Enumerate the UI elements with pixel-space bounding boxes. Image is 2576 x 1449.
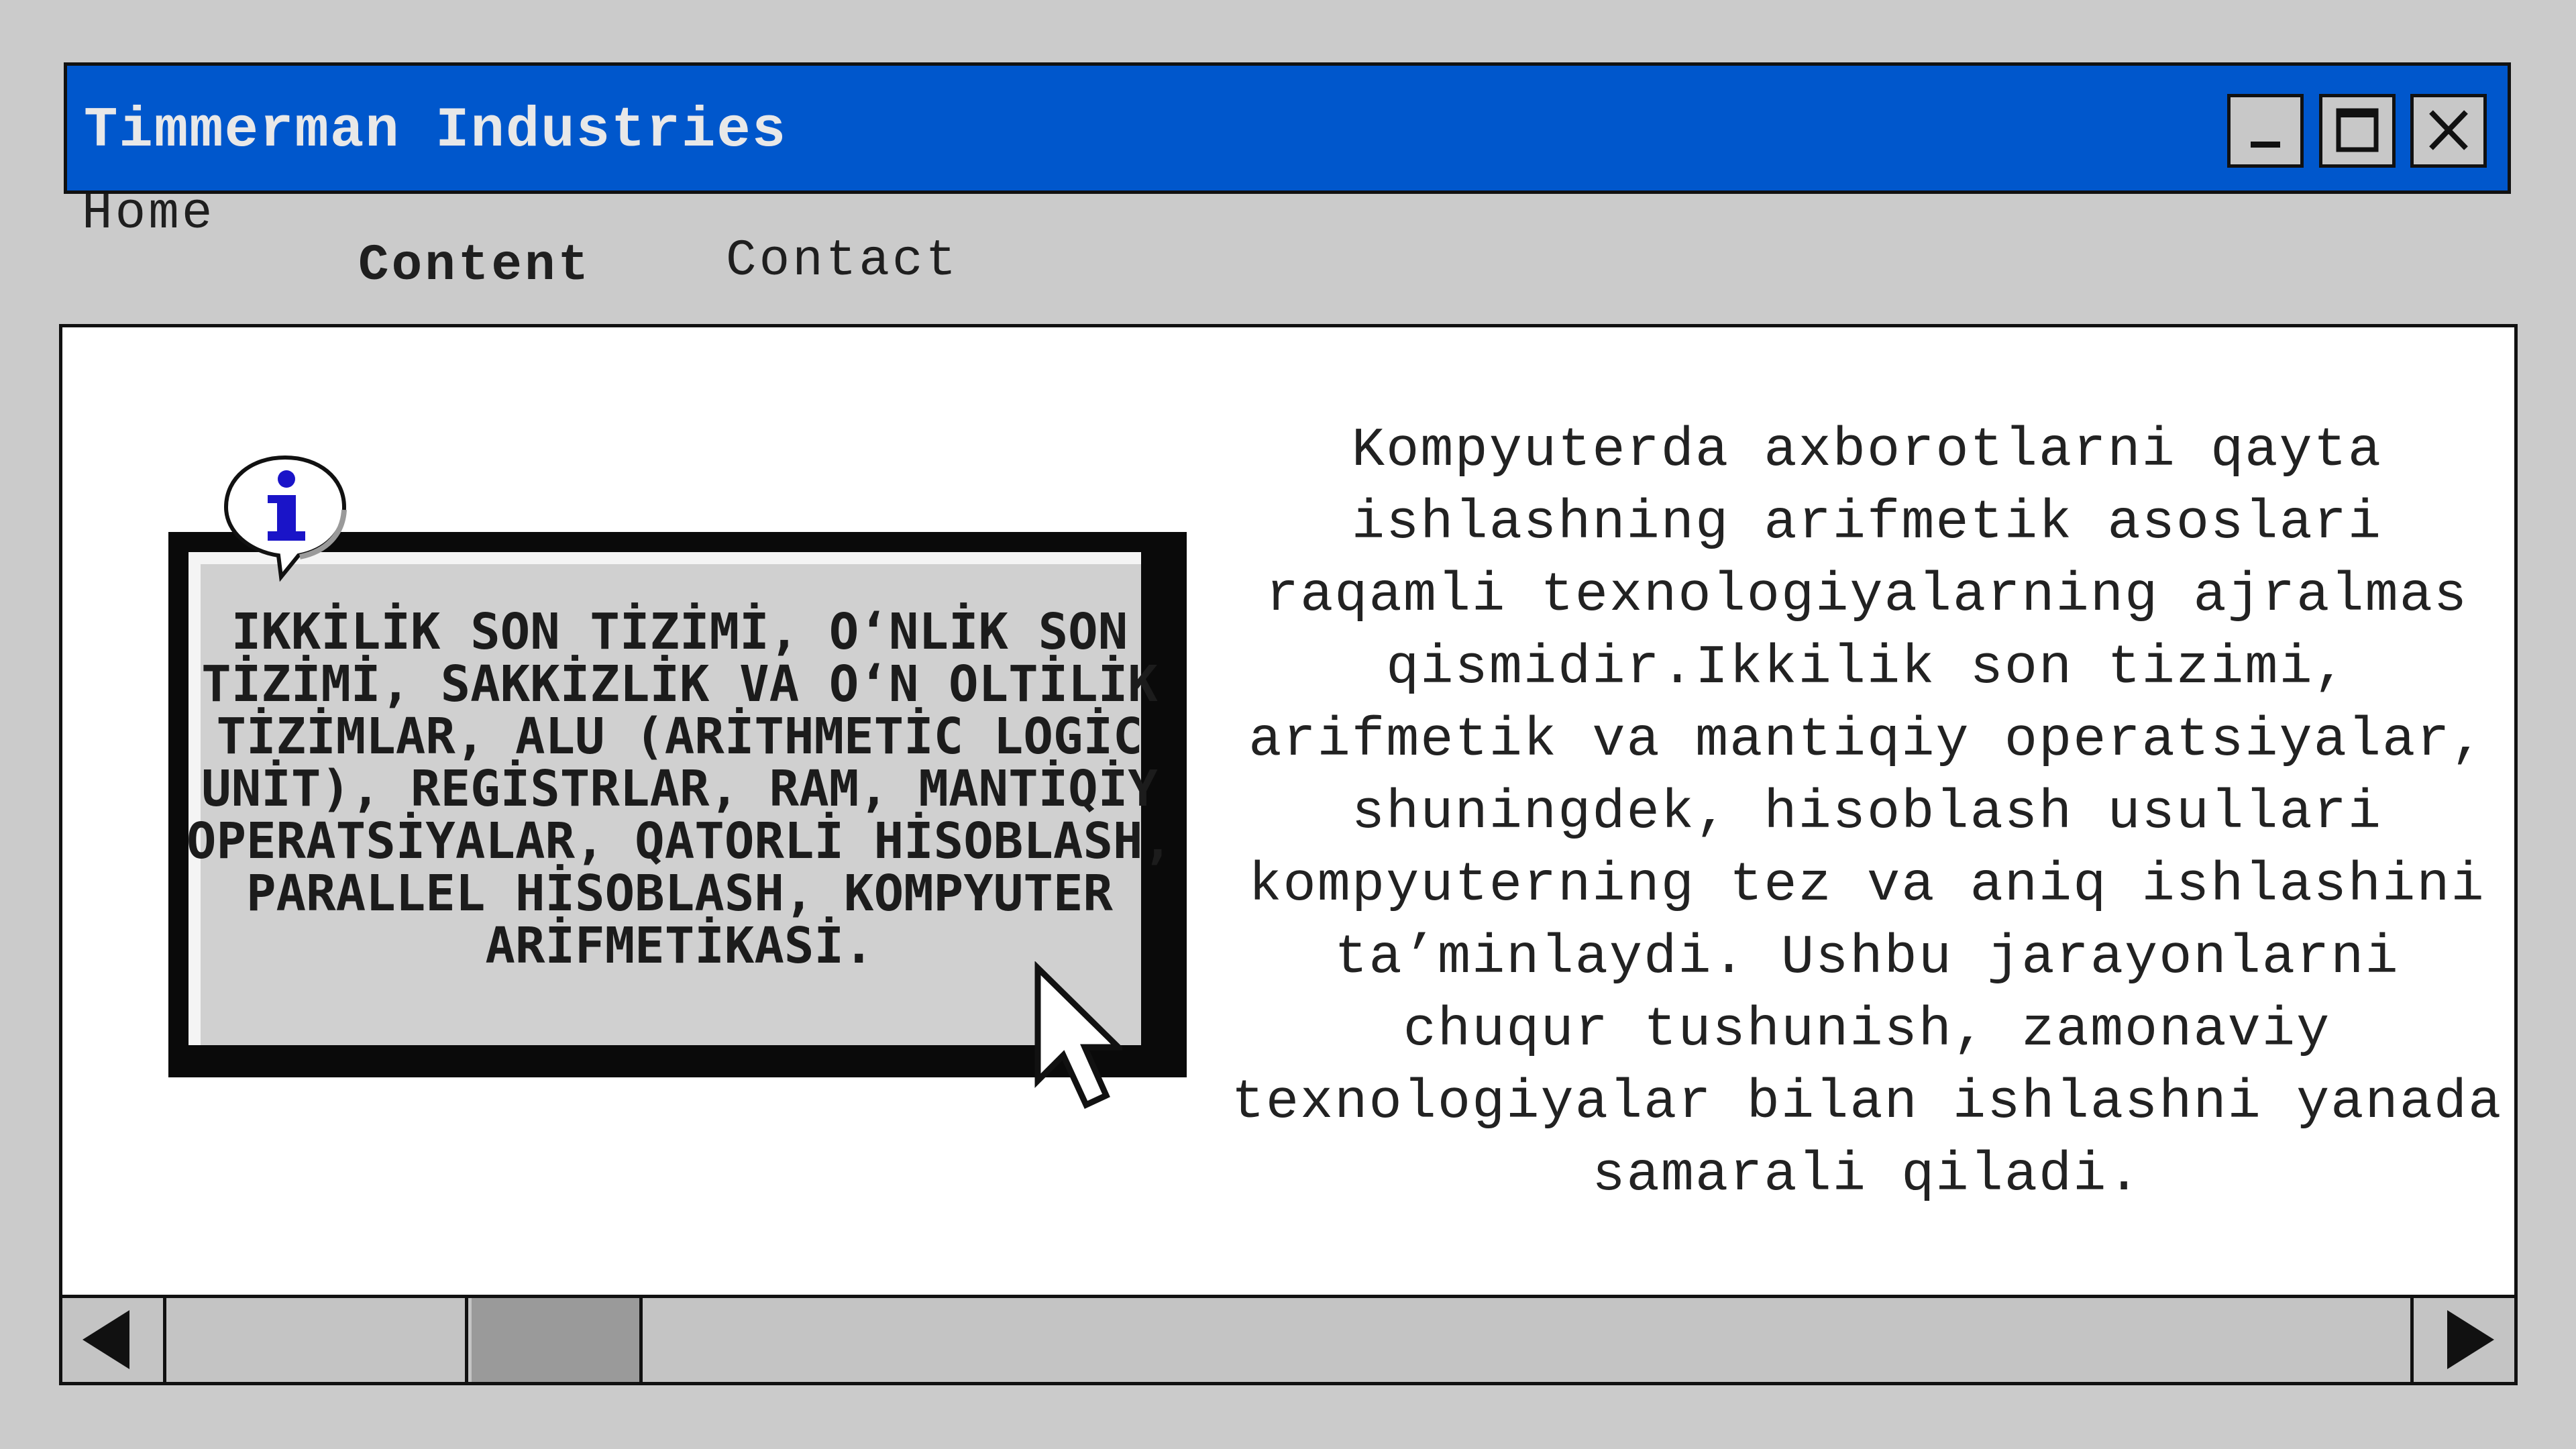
- close-button[interactable]: [2410, 94, 2487, 168]
- scroll-thumb[interactable]: [472, 1298, 643, 1382]
- app-window: Timmerman Industries Home Content Contac…: [0, 0, 2576, 1449]
- main-paragraph: Kompyuterda axborotlarni qayta ishlashni…: [1231, 419, 2503, 1206]
- close-icon: [2429, 110, 2468, 150]
- scroll-right-button[interactable]: [2410, 1298, 2514, 1382]
- maximize-icon: [2336, 108, 2379, 152]
- arrow-left-icon: [83, 1310, 129, 1369]
- scroll-track-segment: [166, 1298, 468, 1382]
- arrow-right-icon: [2447, 1310, 2494, 1369]
- info-icon: [223, 455, 347, 582]
- nav-contact[interactable]: Contact: [726, 232, 959, 290]
- horizontal-scrollbar[interactable]: [59, 1295, 2518, 1385]
- info-box-text: IKKİLİK SON TİZİMİ, O‘NLİK SON TİZİMİ, S…: [186, 603, 1173, 975]
- minimize-icon: [2251, 142, 2280, 148]
- window-title: Timmerman Industries: [84, 99, 788, 163]
- scroll-track[interactable]: [166, 1298, 2414, 1382]
- mouse-cursor-icon: [1034, 961, 1122, 1109]
- maximize-button[interactable]: [2319, 94, 2396, 168]
- nav-content[interactable]: Content: [358, 237, 591, 294]
- title-bar[interactable]: Timmerman Industries: [64, 62, 2511, 194]
- scroll-left-button[interactable]: [62, 1298, 166, 1382]
- nav-home[interactable]: Home: [82, 185, 215, 243]
- minimize-button[interactable]: [2227, 94, 2304, 168]
- content-panel: IKKİLİK SON TİZİMİ, O‘NLİK SON TİZİMİ, S…: [59, 324, 2518, 1385]
